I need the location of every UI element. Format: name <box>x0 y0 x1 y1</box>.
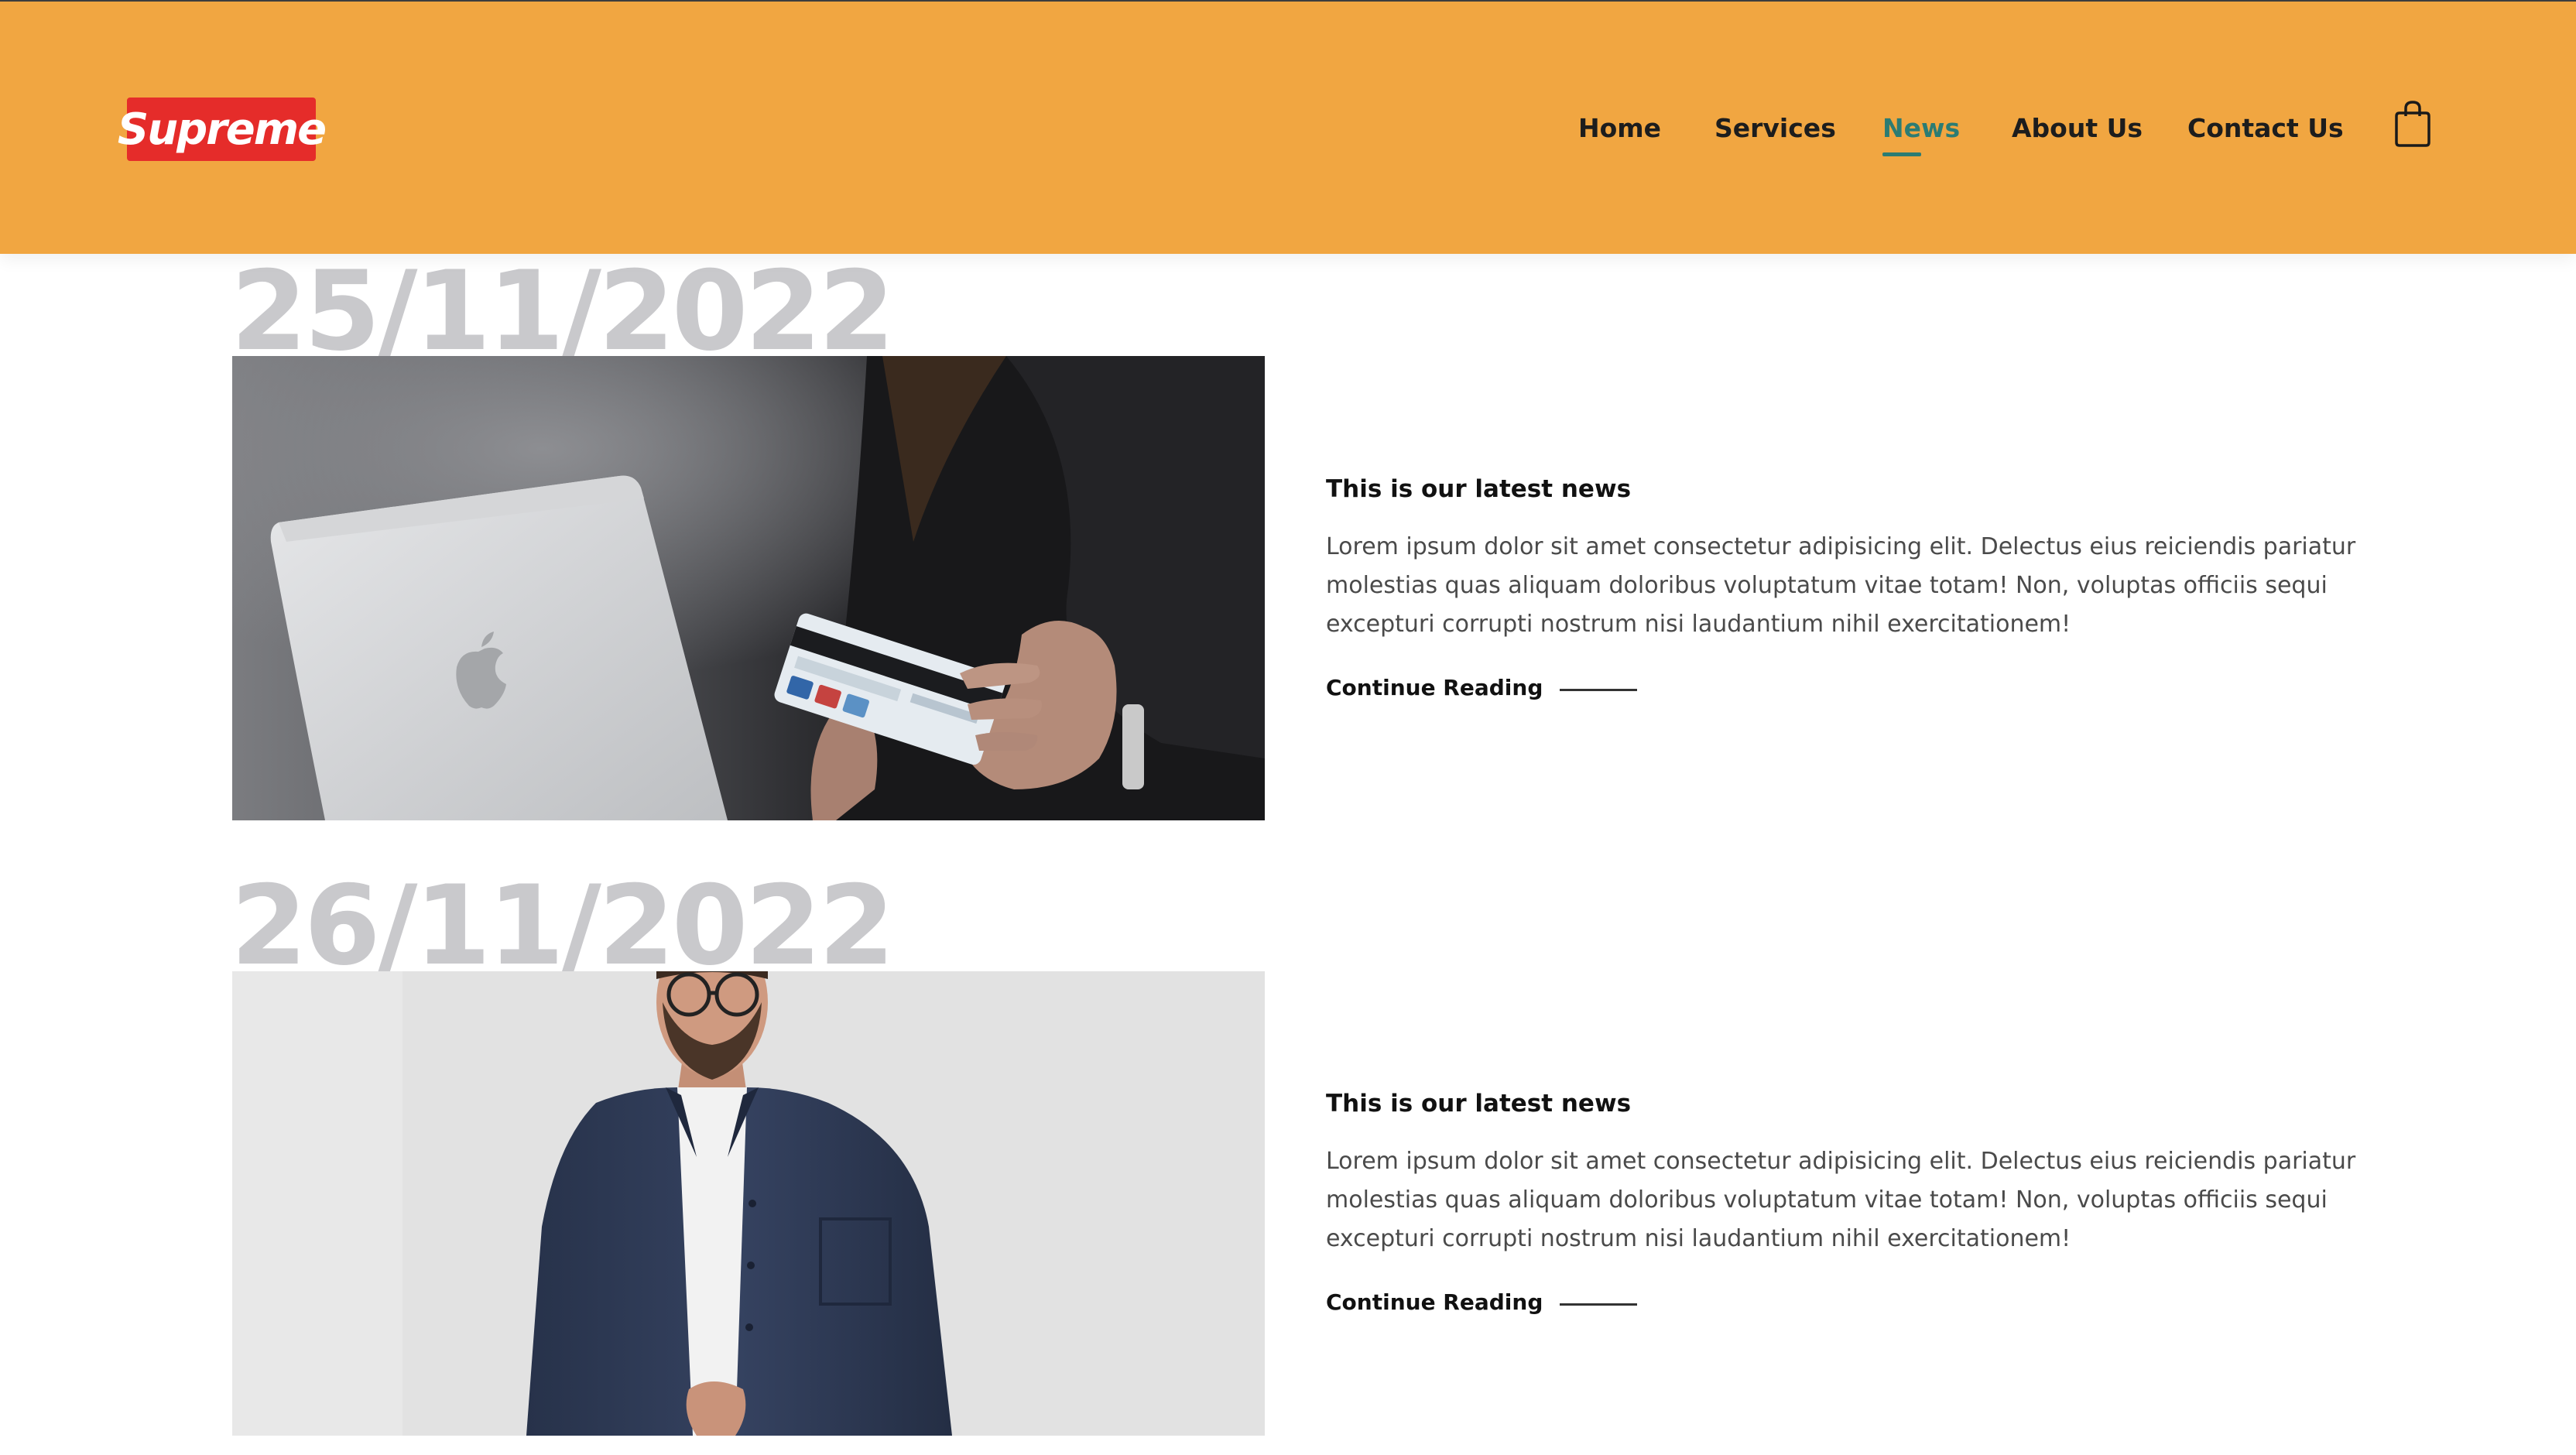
nav-item-about-us[interactable]: About Us <box>2012 108 2143 149</box>
shopping-bag-icon[interactable] <box>2393 99 2432 149</box>
article-body: Lorem ipsum dolor sit amet consectetur a… <box>1326 1148 2356 1252</box>
continue-reading-link[interactable]: Continue Reading <box>1326 1289 2363 1315</box>
article-body: Lorem ipsum dolor sit amet consectetur a… <box>1326 533 2356 638</box>
man-with-glasses-photo <box>232 971 1265 1436</box>
nav-item-news-label: News <box>1882 113 1961 143</box>
active-nav-indicator <box>1882 152 1921 156</box>
article-title: This is our latest news <box>1326 1090 1632 1118</box>
post-date: 26/11/2022 <box>231 862 895 990</box>
continue-reading-link[interactable]: Continue Reading <box>1326 675 2363 700</box>
laptop-photo-illustration <box>232 356 1265 820</box>
post-date: 25/11/2022 <box>231 248 895 375</box>
nav-item-contact-us[interactable]: Contact Us <box>2187 108 2344 149</box>
article-title: This is our latest news <box>1326 475 1632 503</box>
main-nav: Home Services News About Us Contact Us <box>0 108 2576 156</box>
nav-item-news[interactable]: News <box>1882 108 1961 156</box>
site-header: Supreme Home Services News About Us Cont… <box>0 0 2576 254</box>
continue-reading-label: Continue Reading <box>1326 1289 1543 1315</box>
continue-reading-label: Continue Reading <box>1326 675 1543 700</box>
nav-item-home[interactable]: Home <box>1578 108 1661 149</box>
news-article: This is our latest news Lorem ipsum dolo… <box>1326 1087 2363 1315</box>
continue-reading-line <box>1560 689 1638 691</box>
nav-item-services[interactable]: Services <box>1714 108 1836 149</box>
laptop-and-credit-card-photo <box>232 356 1265 820</box>
continue-reading-line <box>1560 1303 1638 1306</box>
man-photo-illustration <box>232 971 1265 1436</box>
news-article: This is our latest news Lorem ipsum dolo… <box>1326 472 2363 700</box>
